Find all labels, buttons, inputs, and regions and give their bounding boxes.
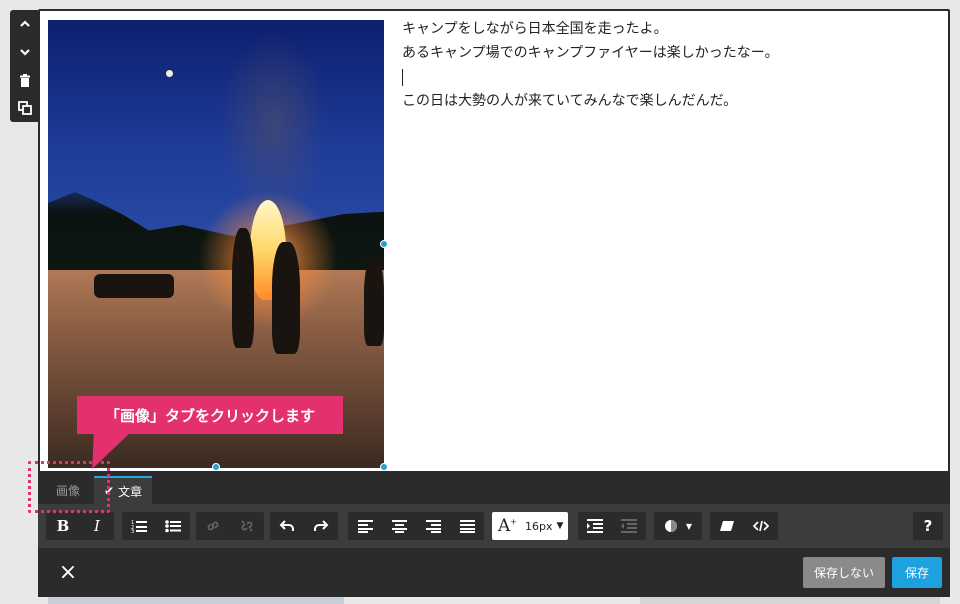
- chevron-down-icon: [20, 49, 30, 56]
- photo-person: [94, 274, 174, 298]
- duplicate-button[interactable]: [10, 94, 40, 122]
- photo-person: [272, 242, 300, 354]
- trash-icon: [20, 73, 30, 87]
- text-color-button[interactable]: ▼: [654, 512, 702, 540]
- clear-format-button[interactable]: [710, 512, 744, 540]
- text-line: この日は大勢の人が来ていてみんなで楽しんだんだ。: [402, 93, 738, 109]
- ordered-list-button[interactable]: 123: [122, 512, 156, 540]
- block-toolbar: [10, 10, 40, 122]
- link-button[interactable]: [196, 512, 230, 540]
- source-code-button[interactable]: [744, 512, 778, 540]
- link-icon: [207, 521, 219, 531]
- background-strip: [48, 596, 344, 604]
- delete-button[interactable]: [10, 66, 40, 94]
- align-left-button[interactable]: [348, 512, 382, 540]
- undo-button[interactable]: [270, 512, 304, 540]
- undo-icon: [279, 520, 294, 531]
- indent-group: [578, 512, 646, 540]
- indent-icon: [587, 519, 603, 533]
- caret-down-icon: ▼: [685, 521, 693, 531]
- paragraph-text[interactable]: キャンプをしながら日本全国を走ったよ。 あるキャンプ場でのキャンプファイヤーは楽…: [402, 17, 942, 113]
- unlink-icon: [241, 520, 253, 532]
- resize-handle[interactable]: [380, 463, 388, 471]
- redo-button[interactable]: [304, 512, 338, 540]
- tab-text-label: 文章: [118, 484, 143, 499]
- text-style-group: B I: [46, 512, 114, 540]
- unordered-list-button[interactable]: [156, 512, 190, 540]
- close-button[interactable]: ×: [56, 556, 80, 588]
- font-size-value: 16px: [524, 519, 553, 533]
- align-center-icon: [391, 520, 407, 533]
- format-toolbar: B I 123 A+ 16px ▼ ▼ ?: [38, 504, 950, 548]
- align-justify-icon: [459, 520, 475, 533]
- align-right-button[interactable]: [416, 512, 450, 540]
- svg-text:3: 3: [131, 529, 134, 533]
- text-line: あるキャンプ場でのキャンプファイヤーは楽しかったなー。: [402, 45, 779, 61]
- font-size-icon: A+: [498, 516, 517, 536]
- color-group: ▼: [654, 512, 702, 540]
- help-button[interactable]: ?: [913, 512, 943, 540]
- code-icon: [753, 520, 769, 532]
- resize-handle[interactable]: [212, 463, 220, 471]
- align-left-icon: [357, 520, 373, 533]
- history-group: [270, 512, 338, 540]
- caret-down-icon: ▼: [556, 521, 564, 531]
- chevron-up-icon: [20, 20, 30, 27]
- indent-button[interactable]: [578, 512, 612, 540]
- outdent-icon: [621, 519, 637, 533]
- discard-button[interactable]: 保存しない: [803, 557, 885, 588]
- background-strip: [640, 596, 940, 604]
- resize-handle[interactable]: [380, 240, 388, 248]
- copy-icon: [18, 101, 32, 115]
- font-size-dropdown[interactable]: A+ 16px ▼: [492, 512, 568, 540]
- color-palette-icon: [664, 520, 677, 532]
- unordered-list-icon: [165, 520, 181, 533]
- italic-button[interactable]: I: [80, 512, 114, 540]
- redo-icon: [314, 520, 329, 531]
- ordered-list-icon: 123: [131, 520, 147, 533]
- photo-moon: [166, 70, 173, 77]
- editor-footer: × 保存しない 保存: [38, 548, 950, 597]
- extra-group: [710, 512, 778, 540]
- list-group: 123: [122, 512, 190, 540]
- instruction-callout: 「画像」タブをクリックします: [77, 396, 343, 434]
- align-right-icon: [425, 520, 441, 533]
- outdent-button[interactable]: [612, 512, 646, 540]
- eraser-icon: [720, 521, 734, 531]
- photo-person: [232, 228, 254, 348]
- align-group: [348, 512, 484, 540]
- bold-button[interactable]: B: [46, 512, 80, 540]
- align-center-button[interactable]: [382, 512, 416, 540]
- photo-person: [364, 258, 384, 346]
- text-line: キャンプをしながら日本全国を走ったよ。: [402, 21, 668, 37]
- text-caret: [402, 68, 403, 86]
- move-up-button[interactable]: [10, 10, 40, 38]
- align-justify-button[interactable]: [450, 512, 484, 540]
- link-group: [196, 512, 264, 540]
- empty-line: [402, 65, 942, 89]
- unlink-button[interactable]: [230, 512, 264, 540]
- move-down-button[interactable]: [10, 38, 40, 66]
- save-button[interactable]: 保存: [892, 557, 942, 588]
